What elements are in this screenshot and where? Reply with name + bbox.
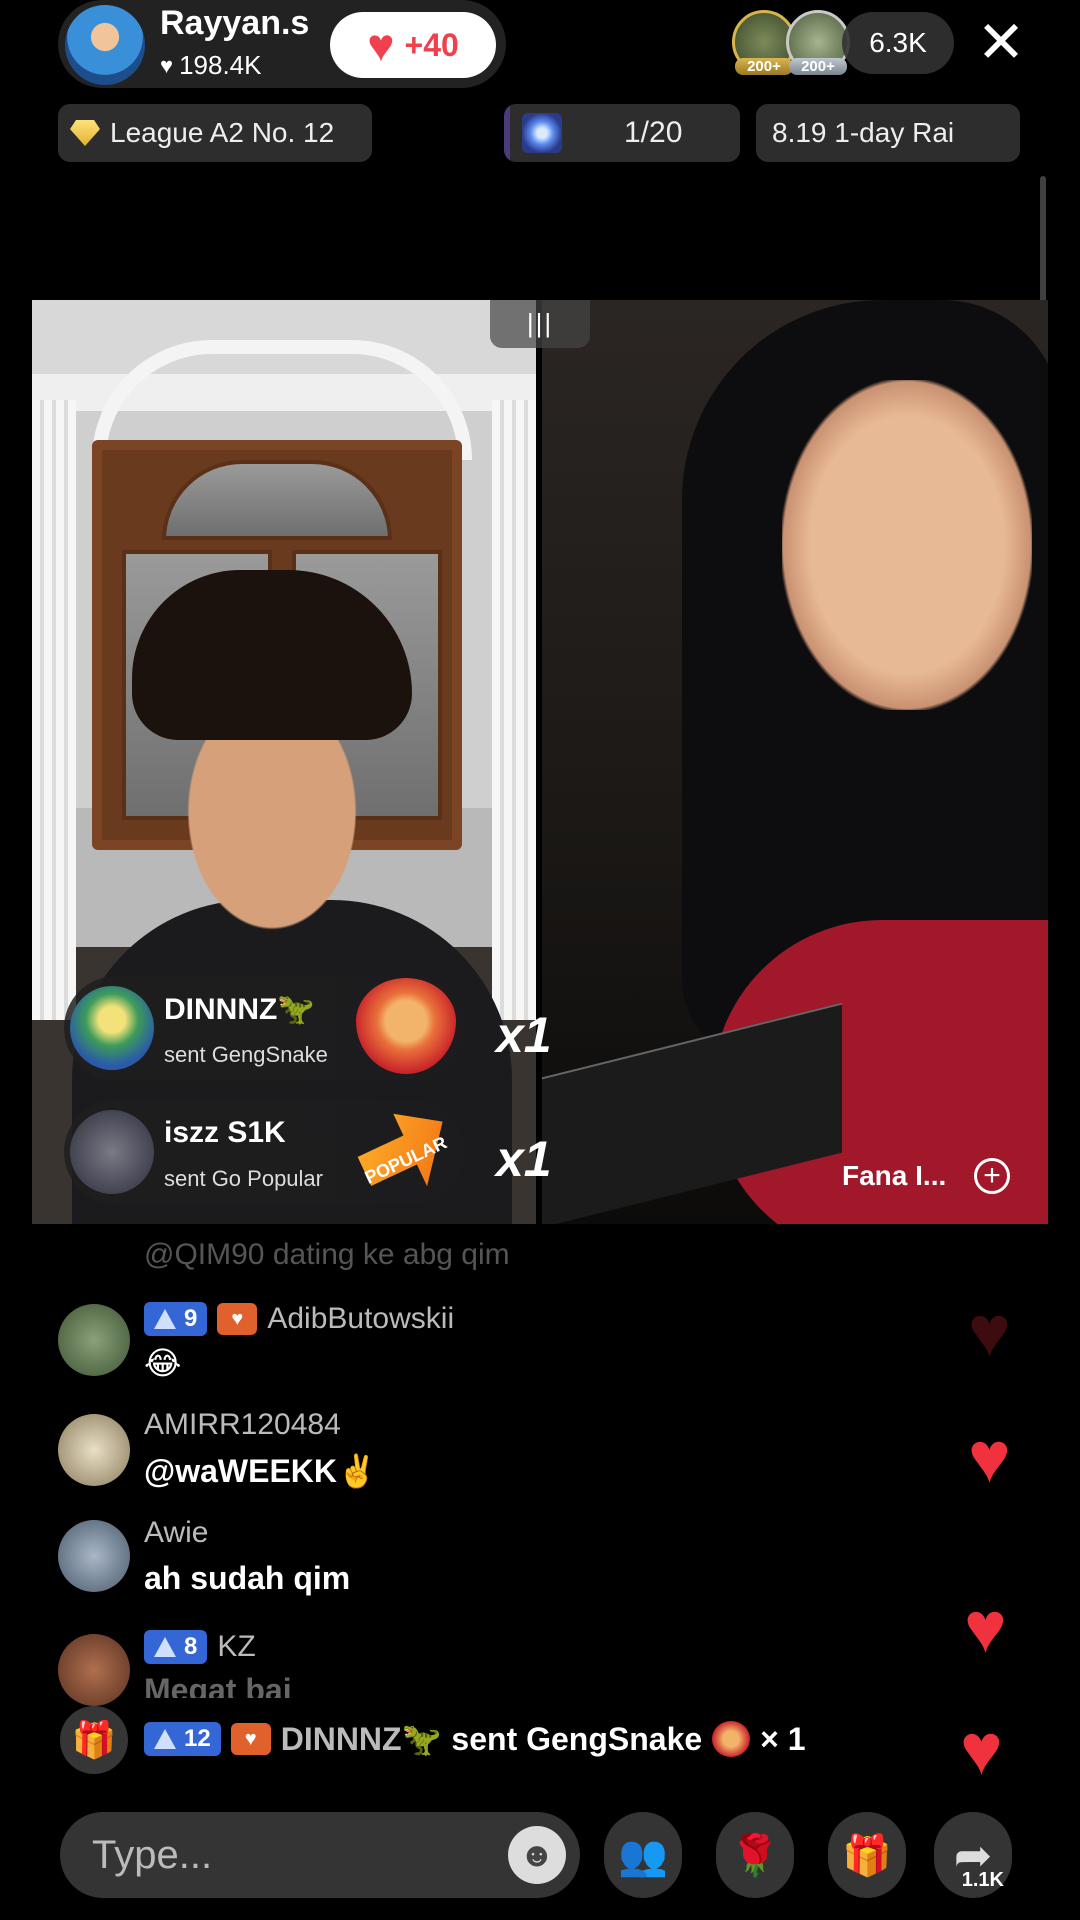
comment-username[interactable]: Awie [144, 1516, 208, 1550]
emoji-icon[interactable]: ☻ [508, 1826, 566, 1884]
ticker-count: × 1 [760, 1720, 806, 1757]
host-likes-count: 198.4K [179, 50, 262, 80]
close-icon[interactable]: ✕ [976, 10, 1026, 76]
share-count: 1.1K [961, 1869, 1004, 1891]
comment-partial: @QIM90 dating ke abg qim [144, 1238, 510, 1271]
share-button[interactable]: ➦ 1.1K [934, 1812, 1012, 1898]
league-label: League A2 No. 12 [110, 117, 335, 148]
comment-text: @waWEEKK✌️ [144, 1453, 377, 1489]
ticker-user[interactable]: DINNNZ🦖 [281, 1720, 442, 1758]
gift-box-icon[interactable]: 🎁 [60, 1706, 128, 1774]
gift-icon: 🎁 [842, 1833, 892, 1878]
comment-text: ah sudah qim [144, 1560, 351, 1596]
comment-input[interactable] [60, 1812, 580, 1898]
follow-button[interactable]: ♥ +40 [330, 12, 496, 78]
comment-text: 😂 [144, 1345, 182, 1381]
floating-heart-icon: ♥ [960, 1710, 1003, 1790]
pillar [492, 400, 536, 1020]
host-likes: ♥ 198.4K [160, 50, 261, 81]
fan-badge-icon: ♥ [217, 1303, 258, 1335]
pillar [32, 400, 76, 1020]
gift-action: sent Go Popular [164, 1166, 323, 1191]
comment-header: 8 KZ [144, 1630, 256, 1664]
gift-count: x1 [496, 1007, 552, 1063]
top-viewer-avatar[interactable]: 200+ [786, 10, 850, 75]
fan-badge-icon: ♥ [230, 1723, 271, 1755]
gift-count: x1 [496, 1131, 552, 1187]
follow-label: +40 [404, 26, 459, 63]
comment-header: 9 ♥ AdibButowskii [144, 1302, 454, 1336]
guest-face [782, 380, 1032, 710]
comment-avatar[interactable] [58, 1304, 130, 1376]
gift-action: sent GengSnake [164, 1042, 328, 1067]
level-icon [154, 1309, 176, 1329]
gift-button[interactable]: 🎁 [828, 1812, 906, 1898]
gift-sender-avatar[interactable] [70, 1110, 154, 1194]
league-badge[interactable]: League A2 No. 12 [58, 104, 372, 162]
level-badge: 12 [144, 1722, 221, 1756]
gift-ticker: 12 ♥ DINNNZ🦖 sent GengSnake × 1 [144, 1720, 806, 1758]
daily-ranking-badge[interactable]: 8.19 1-day Rai [756, 104, 1020, 162]
gift-sender-name: DINNNZ🦖 [164, 993, 315, 1026]
multi-guest-icon: 👥 [618, 1833, 668, 1878]
comment-username[interactable]: KZ [217, 1630, 255, 1664]
comment-text: Megat bai [144, 1672, 292, 1698]
guest-name[interactable]: Fana I... [842, 1160, 946, 1192]
daily-ranking-label: 8.19 1-day Rai [772, 117, 955, 148]
diamond-icon [70, 120, 100, 146]
rank-badge[interactable]: 1/20 [504, 104, 740, 162]
comment-username[interactable]: AdibButowskii [267, 1302, 454, 1336]
floating-heart-icon: ♥ [968, 1418, 1011, 1498]
rank-label: 1/20 [624, 116, 683, 149]
follow-guest-button[interactable]: + [974, 1158, 1010, 1194]
comment-username[interactable]: AMIRR120484 [144, 1408, 341, 1442]
guest-video[interactable] [542, 300, 1048, 1224]
gengsnake-gift-icon [712, 1721, 751, 1757]
floating-heart-icon: ♥ [964, 1588, 1007, 1668]
rank-icon [522, 113, 562, 153]
heart-icon: ♥ [160, 52, 174, 78]
viewer-count[interactable]: 6.3K [842, 12, 954, 74]
gift-sender-avatar[interactable] [70, 986, 154, 1070]
comment-avatar[interactable] [58, 1414, 130, 1486]
multi-guest-button[interactable]: 👥 [604, 1812, 682, 1898]
level-icon [154, 1637, 176, 1657]
rose-icon: 🌹 [730, 1833, 780, 1878]
viewer-badge: 200+ [735, 58, 793, 75]
comment-avatar[interactable] [58, 1520, 130, 1592]
host-name: Rayyan.s [160, 4, 310, 42]
host-avatar[interactable] [62, 2, 148, 88]
comment-avatar[interactable] [58, 1634, 130, 1706]
layout-toggle-icon[interactable]: ||| [490, 300, 590, 348]
level-badge: 9 [144, 1302, 208, 1336]
rose-button[interactable]: 🌹 [716, 1812, 794, 1898]
floating-heart-icon: ♥ [968, 1292, 1011, 1372]
heart-icon: ♥ [367, 19, 395, 71]
level-badge: 8 [144, 1630, 208, 1664]
level-icon [154, 1729, 176, 1749]
ticker-text: sent GengSnake [451, 1720, 703, 1757]
viewer-badge: 200+ [789, 58, 847, 75]
gift-sender-name: iszz S1K [164, 1116, 286, 1149]
host-video[interactable] [32, 300, 536, 1224]
